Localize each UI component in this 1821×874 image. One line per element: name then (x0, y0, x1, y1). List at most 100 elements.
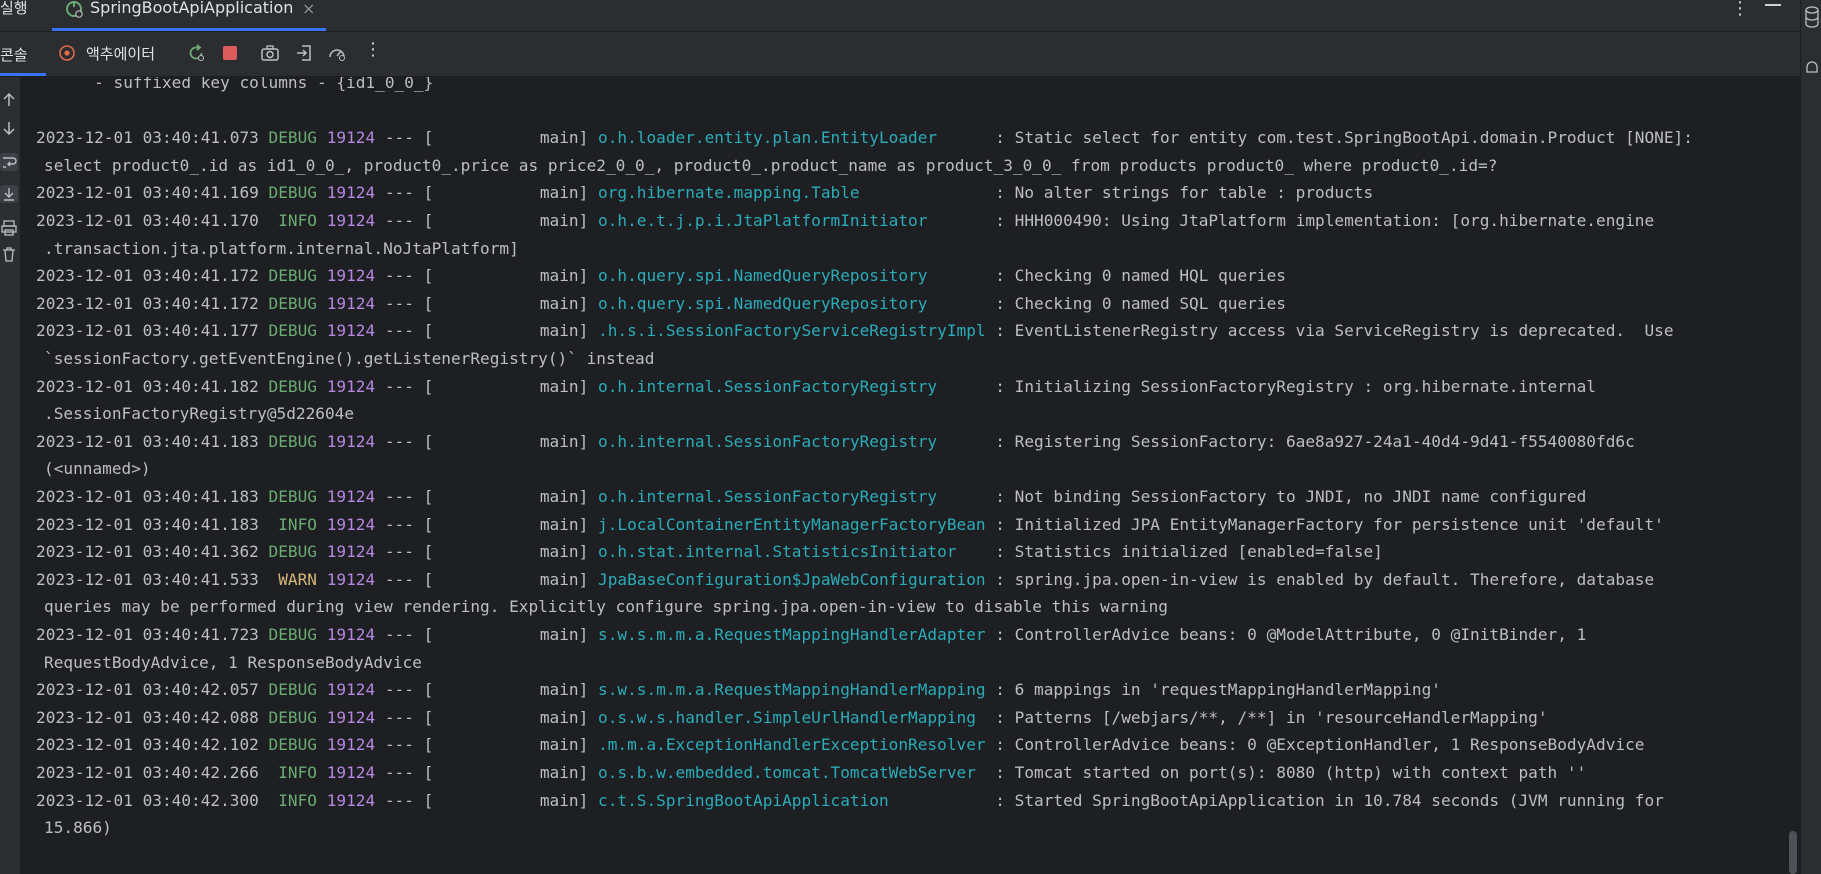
console-output[interactable]: - suffixed key columns - {id1_0_0_} 2023… (20, 77, 1787, 874)
log-pid: 19124 (326, 376, 385, 396)
more-vert-icon[interactable]: ⋮ (364, 39, 384, 60)
log-message: : Static select for entity com.test.Spri… (995, 128, 1693, 148)
log-level: INFO (268, 763, 327, 782)
log-thread: main] (539, 211, 598, 230)
log-separator: --- [ (384, 321, 540, 341)
scrollbar-thumb[interactable] (1789, 831, 1797, 874)
log-message: : EventListenerRegistry access via Servi… (995, 321, 1674, 341)
log-separator: --- [ (384, 211, 540, 230)
rerun-icon[interactable] (186, 43, 206, 63)
log-message: : Initialized JPA EntityManagerFactory f… (995, 514, 1664, 534)
scroll-to-end-icon[interactable] (0, 185, 18, 203)
log-thread: main] (539, 707, 598, 727)
tab-springbootapiapplication[interactable]: SpringBootApiApplication × (52, 0, 326, 31)
log-message: : Checking 0 named SQL queries (995, 293, 1286, 313)
arrow-down-icon[interactable] (0, 119, 18, 137)
log-header-line: - suffixed key columns - {id1_0_0_} (36, 77, 434, 92)
log-logger: .m.m.a.ExceptionHandlerExceptionResolver (598, 735, 996, 755)
log-level: WARN (268, 569, 327, 589)
notifications-icon[interactable] (1804, 60, 1820, 76)
log-pid: 19124 (326, 431, 385, 451)
log-pid: 19124 (326, 790, 385, 810)
vertical-scrollbar[interactable] (1787, 77, 1800, 874)
tab-title: SpringBootApiApplication (90, 0, 294, 17)
stop-icon[interactable] (220, 43, 240, 63)
log-pid: 19124 (326, 266, 385, 286)
arrow-up-icon[interactable] (0, 91, 18, 109)
log-logger: o.h.stat.internal.StatisticsInitiator (598, 542, 996, 562)
log-message: : Started SpringBootApiApplication in 10… (995, 790, 1664, 810)
log-logger: j.LocalContainerEntityManagerFactoryBean (598, 514, 996, 534)
log-separator: --- [ (384, 790, 540, 810)
log-logger: s.w.s.m.m.a.RequestMappingHandlerMapping (598, 680, 996, 700)
log-level: INFO (268, 514, 327, 534)
log-entry: 2023-12-01 03:40:42.300 INFO 19124 --- [… (36, 787, 1664, 815)
log-timestamp: 2023-12-01 03:40:41.170 (36, 211, 269, 230)
log-level: DEBUG (268, 376, 327, 396)
print-icon[interactable] (0, 219, 18, 237)
log-thread: main] (539, 431, 598, 451)
log-level: DEBUG (268, 487, 327, 506)
log-pid: 19124 (326, 735, 385, 755)
log-entry: 2023-12-01 03:40:41.183 INFO 19124 --- [… (36, 511, 1664, 539)
log-timestamp: 2023-12-01 03:40:42.102 (36, 735, 269, 755)
log-thread: main] (539, 293, 598, 313)
soft-wrap-icon[interactable] (0, 153, 18, 171)
database-icon[interactable] (1805, 6, 1819, 28)
log-message: : Initializing SessionFactoryRegistry : … (995, 376, 1596, 396)
log-thread: main] (539, 183, 598, 203)
log-logger: o.h.query.spi.NamedQueryRepository (598, 266, 996, 286)
tab-console[interactable]: 콘솔 (0, 44, 28, 65)
log-logger: o.h.query.spi.NamedQueryRepository (598, 293, 996, 313)
log-thread: main] (539, 514, 598, 534)
log-message: : HHH000490: Using JtaPlatform implement… (995, 211, 1655, 230)
log-separator: --- [ (384, 542, 540, 562)
log-level: DEBUG (268, 542, 327, 562)
log-thread: main] (539, 542, 598, 562)
log-logger: s.w.s.m.m.a.RequestMappingHandlerAdapter (598, 625, 996, 644)
log-level: DEBUG (268, 266, 327, 286)
log-entry: 2023-12-01 03:40:41.533 WARN 19124 --- [… (36, 566, 1654, 594)
exit-icon[interactable] (294, 43, 314, 63)
log-message: : No alter strings for table : products (995, 183, 1374, 203)
log-logger: JpaBaseConfiguration$JpaWebConfiguration (598, 569, 996, 589)
log-level: DEBUG (268, 431, 327, 451)
log-message: : Patterns [/webjars/**, /**] in 'resour… (995, 707, 1548, 727)
log-thread: main] (539, 487, 598, 506)
log-timestamp: 2023-12-01 03:40:41.533 (36, 569, 269, 589)
trash-icon[interactable] (0, 245, 18, 263)
log-message: : 6 mappings in 'requestMappingHandlerMa… (995, 680, 1441, 700)
log-level: DEBUG (268, 735, 327, 755)
log-continuation: select product0_.id as id1_0_0_, product… (44, 155, 1498, 175)
log-level: DEBUG (268, 293, 327, 313)
log-message: : spring.jpa.open-in-view is enabled by … (995, 569, 1655, 589)
minimize-icon[interactable] (1765, 4, 1781, 6)
profiler-icon[interactable] (327, 43, 347, 63)
log-separator: --- [ (384, 514, 540, 534)
log-timestamp: 2023-12-01 03:40:41.177 (36, 321, 269, 341)
more-vert-icon[interactable]: ⋮ (1731, 0, 1749, 19)
log-level: INFO (268, 211, 327, 230)
log-thread: main] (539, 763, 598, 782)
log-separator: --- [ (384, 376, 540, 396)
log-separator: --- [ (384, 487, 540, 506)
log-thread: main] (539, 569, 598, 589)
log-message: : ControllerAdvice beans: 0 @ModelAttrib… (995, 625, 1587, 644)
log-thread: main] (539, 680, 598, 700)
log-continuation: queries may be performed during view ren… (44, 597, 1168, 617)
log-message: : Statistics initialized [enabled=false] (995, 542, 1383, 562)
log-continuation: .SessionFactoryRegistry@5d22604e (44, 404, 355, 424)
camera-icon[interactable] (260, 43, 280, 63)
close-icon[interactable]: × (302, 0, 315, 18)
log-message: : ControllerAdvice beans: 0 @ExceptionHa… (995, 735, 1645, 755)
log-entry: 2023-12-01 03:40:41.170 INFO 19124 --- [… (36, 207, 1654, 235)
log-timestamp: 2023-12-01 03:40:42.266 (36, 763, 269, 782)
log-thread: main] (539, 790, 598, 810)
log-pid: 19124 (326, 211, 385, 230)
log-pid: 19124 (326, 763, 385, 782)
log-message: : Not binding SessionFactory to JNDI, no… (995, 487, 1587, 506)
log-entry: 2023-12-01 03:40:42.088 DEBUG 19124 --- … (36, 704, 1548, 732)
log-thread: main] (539, 625, 598, 644)
log-thread: main] (539, 321, 598, 341)
log-continuation: .transaction.jta.platform.internal.NoJta… (44, 238, 519, 258)
